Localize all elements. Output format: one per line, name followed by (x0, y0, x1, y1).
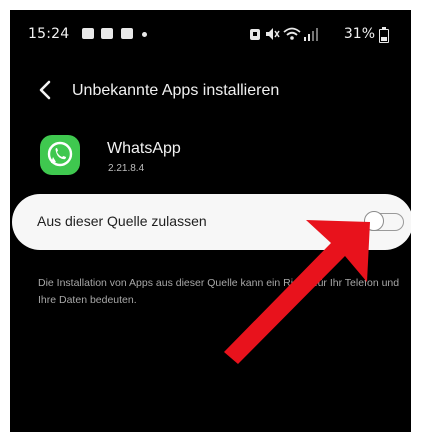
allow-source-toggle-row[interactable]: Aus dieser Quelle zulassen (12, 194, 411, 250)
image-icon (82, 28, 94, 39)
warning-text: Die Installation von Apps aus dieser Que… (38, 277, 400, 306)
header: Unbekannte Apps installieren (10, 70, 411, 110)
status-time: 15:24 (28, 26, 70, 42)
back-arrow-icon (39, 80, 51, 100)
app-name: WhatsApp (107, 140, 181, 157)
more-notifications-icon (142, 32, 147, 37)
notification-icon (101, 28, 113, 39)
whatsapp-icon (40, 135, 80, 175)
battery-icon (379, 27, 389, 43)
phone-screen: 15:24 31% Unbekannte Apps installieren W… (10, 10, 411, 432)
wifi-icon (283, 27, 301, 40)
page-title: Unbekannte Apps installieren (72, 82, 280, 99)
status-bar: 15:24 31% (10, 10, 411, 58)
alarm-icon (250, 29, 260, 40)
back-button[interactable] (32, 76, 60, 104)
allow-source-switch[interactable] (364, 210, 404, 231)
battery-percentage: 31% (343, 26, 375, 42)
mute-icon (266, 28, 280, 40)
app-version: 2.21.8.4 (108, 163, 145, 174)
switch-knob (364, 210, 384, 231)
signal-icon (304, 28, 318, 41)
toggle-label: Aus dieser Quelle zulassen (37, 213, 207, 229)
notification-icon (121, 28, 133, 39)
